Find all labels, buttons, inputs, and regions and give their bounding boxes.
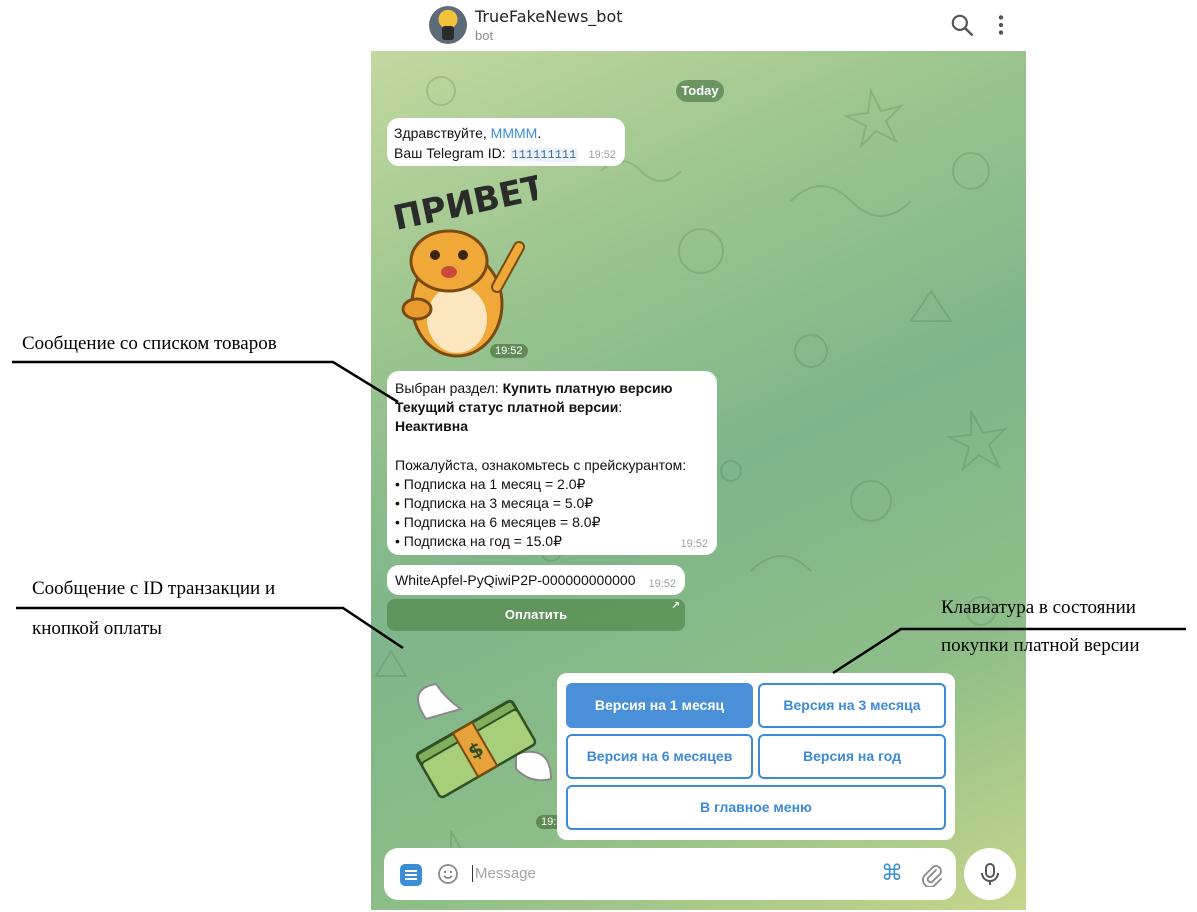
price-intro: Пожалуйста, ознакомьтесь с прейскурантом…	[395, 457, 687, 473]
hamster-sticker-image: ПРИВЕТ	[390, 167, 550, 358]
annotation-keyboard-line1: Клавиатура в состоянии	[941, 597, 1136, 618]
section-label: Выбран раздел:	[395, 380, 499, 396]
external-link-icon: ↗	[671, 600, 680, 611]
hello-sticker[interactable]: ПРИВЕТ 19:52	[387, 167, 550, 361]
bot-subtitle: bot	[475, 28, 494, 43]
telegram-id-value[interactable]: 111111111	[509, 148, 579, 162]
keyboard-button-main-menu[interactable]: В главное меню	[566, 785, 946, 830]
message-input[interactable]: Message	[472, 865, 536, 882]
product-list-message: Выбран раздел: Купить платную версию Тек…	[387, 371, 717, 555]
greeting-prefix: Здравствуйте,	[394, 125, 487, 141]
message-composer: Message ⌘	[384, 848, 956, 900]
price-item: • Подписка на год = 15.0₽	[395, 533, 562, 549]
price-item: • Подписка на 1 месяц = 2.0₽	[395, 476, 586, 492]
date-separator: Today	[676, 80, 724, 102]
transaction-id: WhiteApfel-PyQiwiP2P-000000000000	[395, 572, 636, 588]
message-time: 19:52	[648, 578, 676, 590]
status-colon: :	[618, 399, 623, 415]
money-sticker[interactable]: $ 19:52	[396, 679, 574, 829]
section-value: Купить платную версию	[502, 380, 673, 396]
annotation-transaction-line2: кнопкой оплаты	[32, 618, 162, 639]
status-value-line: Неактивна	[395, 418, 468, 434]
sticker-time: 19:52	[490, 344, 528, 358]
search-icon[interactable]	[949, 12, 975, 38]
command-icon[interactable]: ⌘	[881, 861, 903, 886]
status-line: Текущий статус платной версии:	[395, 399, 622, 415]
voice-record-button[interactable]	[964, 848, 1016, 900]
price-item: • Подписка на 6 месяцев = 8.0₽	[395, 514, 601, 530]
status-label: Текущий статус платной версии	[395, 399, 619, 415]
greeting-line: Здравствуйте, ММММ.	[394, 125, 541, 141]
keyboard-button-1-month[interactable]: Версия на 1 месяц	[566, 683, 753, 728]
pay-button[interactable]: Оплатить ↗	[387, 599, 685, 631]
message-time: 19:52	[588, 149, 616, 161]
sticker-caption: ПРИВЕТ	[390, 169, 537, 239]
telegram-id-line: Ваш Telegram ID: 111111111	[394, 145, 579, 162]
keyboard-button-year[interactable]: Версия на год	[758, 734, 946, 779]
reply-keyboard: Версия на 1 месяц Версия на 3 месяца Вер…	[557, 673, 955, 840]
transaction-message: WhiteApfel-PyQiwiP2P-000000000000 19:52	[387, 565, 685, 595]
annotation-keyboard-line2: покупки платной версии	[941, 635, 1140, 656]
chat-area: Today Здравствуйте, ММММ. Ваш Telegram I…	[371, 51, 1026, 910]
leader-line-product-list	[12, 360, 399, 404]
flying-money-sticker-image: $	[415, 682, 553, 799]
more-vertical-icon[interactable]	[988, 12, 1014, 38]
bot-avatar[interactable]	[429, 6, 467, 44]
annotation-transaction-line1: Сообщение с ID транзакции и	[32, 578, 276, 599]
pay-button-label: Оплатить	[504, 607, 568, 622]
keyboard-button-3-months[interactable]: Версия на 3 месяца	[758, 683, 946, 728]
emoji-icon[interactable]	[436, 862, 460, 886]
telegram-id-label: Ваш Telegram ID:	[394, 145, 506, 161]
status-value: Неактивна	[395, 418, 469, 434]
user-mention[interactable]: ММММ	[491, 125, 538, 141]
greeting-message: Здравствуйте, ММММ. Ваш Telegram ID: 111…	[387, 118, 625, 166]
annotation-product-list: Сообщение со списком товаров	[22, 333, 277, 354]
attach-icon[interactable]	[920, 863, 942, 887]
mic-icon	[981, 863, 999, 885]
section-line: Выбран раздел: Купить платную версию	[395, 380, 673, 396]
message-time: 19:52	[680, 538, 708, 550]
keyboard-button-6-months[interactable]: Версия на 6 месяцев	[566, 734, 753, 779]
price-item: • Подписка на 3 месяца = 5.0₽	[395, 495, 594, 511]
menu-icon[interactable]	[400, 864, 422, 886]
chat-header: TrueFakeNews_bot bot	[371, 0, 1026, 51]
bot-name[interactable]: TrueFakeNews_bot	[475, 7, 623, 26]
greeting-suffix: .	[537, 125, 542, 141]
